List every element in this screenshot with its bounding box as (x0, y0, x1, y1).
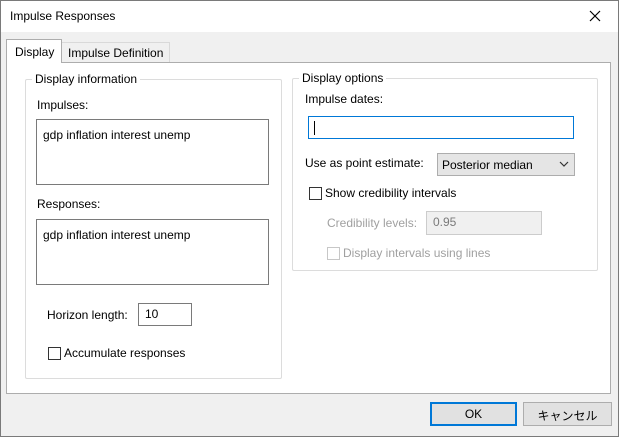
impulse-dates-label: Impulse dates: (305, 92, 384, 106)
point-estimate-select[interactable]: Posterior median (437, 153, 575, 176)
accumulate-responses-checkbox[interactable] (48, 347, 61, 360)
impulse-responses-dialog: Impulse Responses Display Impulse Defini… (0, 0, 619, 437)
point-estimate-label: Use as point estimate: (305, 156, 424, 170)
credibility-levels-label: Credibility levels: (327, 216, 418, 230)
display-tab-panel: Display information Impulses: gdp inflat… (6, 62, 611, 394)
responses-textarea[interactable]: gdp inflation interest unemp (36, 219, 269, 285)
close-button[interactable] (573, 1, 618, 32)
display-information-group: Display information Impulses: gdp inflat… (25, 72, 282, 379)
impulse-dates-input[interactable] (308, 116, 574, 139)
horizon-length-label: Horizon length: (47, 308, 128, 322)
responses-label: Responses: (37, 197, 101, 211)
horizon-length-input[interactable]: 10 (138, 303, 192, 326)
title-bar: Impulse Responses (1, 1, 618, 32)
display-options-group: Display options Impulse dates: Use as po… (292, 71, 598, 271)
chevron-down-icon (559, 161, 569, 167)
show-credibility-intervals-checkbox[interactable] (309, 187, 322, 200)
display-intervals-lines-checkbox[interactable] (327, 247, 340, 260)
close-icon (589, 10, 601, 22)
display-information-legend: Display information (32, 72, 141, 86)
display-options-legend: Display options (299, 71, 387, 85)
tab-display[interactable]: Display (6, 39, 63, 63)
window-title: Impulse Responses (10, 9, 116, 23)
impulses-label: Impulses: (37, 98, 89, 112)
tab-impulse-definition[interactable]: Impulse Definition (61, 42, 171, 63)
impulses-textarea[interactable]: gdp inflation interest unemp (36, 119, 269, 185)
show-credibility-intervals-label: Show credibility intervals (325, 186, 457, 200)
text-caret (314, 121, 315, 135)
ok-button[interactable]: OK (430, 402, 517, 426)
point-estimate-value: Posterior median (442, 158, 533, 172)
cancel-button[interactable]: キャンセル (523, 402, 612, 426)
accumulate-responses-label: Accumulate responses (64, 346, 186, 360)
display-intervals-lines-label: Display intervals using lines (343, 246, 491, 260)
credibility-levels-input[interactable]: 0.95 (426, 211, 542, 235)
